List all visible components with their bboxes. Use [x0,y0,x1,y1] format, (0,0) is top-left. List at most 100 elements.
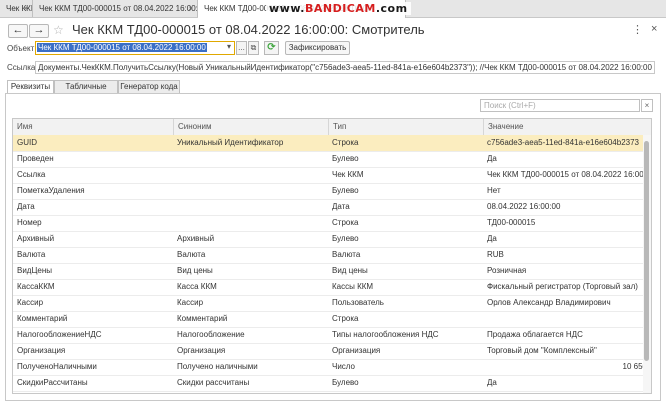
cell-type: Чек ККМ [332,170,364,179]
cell-name: Номер [17,218,42,227]
cell-synonym: Архивный [177,234,215,243]
chevron-down-icon: ▾ [226,42,231,51]
cell-type: Строка [332,218,359,227]
refresh-icon: ⟳ [267,42,276,53]
arrow-left-icon: ← [12,24,24,36]
page-title: Чек ККМ ТД00-000015 от 08.04.2022 16:00:… [72,22,425,37]
cell-value: ТД00-000015 [487,218,536,227]
cell-value [483,311,651,327]
cell-value: Продажа облагается НДС [487,330,583,339]
window-tab-strip: Чек ККМ × Чек ККМ ТД00-000015 от 08.04.2… [0,0,666,18]
arrow-right-icon: → [33,24,45,36]
table-row[interactable]: Проведен Булево Да [13,151,643,168]
cell-value: Да [487,378,497,387]
cell-value: 10 650 [622,362,647,371]
cell-value: c756ade3-aea5-11ed-841a-e16e604b2373 [487,138,639,147]
cell-synonym: Комментарий [177,314,228,323]
object-field[interactable]: Чек ККМ ТД00-000015 от 08.04.2022 16:00:… [35,41,235,55]
table-row[interactable]: Комментарий Комментарий Строка [13,311,643,328]
table-row[interactable]: ВидЦены Вид цены Вид цены Розничная [13,263,643,280]
cell-name: Организация [17,346,66,355]
table-row[interactable]: Кассир Кассир Пользователь Орлов Александр … [13,295,643,312]
cell-synonym: Налогообложение [177,330,245,339]
cell-value: Торговый дом "Комплексный" [487,346,597,355]
cell-name: Кассир [17,298,44,307]
select-button[interactable]: ... [236,41,247,55]
table-row[interactable]: ПолученоНаличными Получено наличными Число… [13,359,647,376]
cell-type: Типы налогообложения НДС [332,330,439,339]
cell-value: Розничная [487,266,527,275]
open-object-button[interactable]: ⧉ [248,41,259,55]
cell-type: Булево [332,186,359,195]
table-row[interactable]: Архивный Архивный Булево Да [13,231,643,248]
cell-name: Валюта [17,250,46,259]
cell-name: ПолученоНаличными [17,362,97,371]
column-header-type[interactable]: Тип [328,119,483,135]
link-label: Ссылка: [7,63,38,72]
tab-table-parts[interactable]: Табличные части [54,80,118,103]
forward-button[interactable]: → [29,24,49,38]
search-input[interactable]: Поиск (Ctrl+F) [480,99,640,112]
back-button[interactable]: ← [8,24,28,38]
cell-type: Булево [332,154,359,163]
cell-value: Да [487,234,497,243]
more-vertical-icon[interactable]: ⋮ [632,23,643,36]
object-label: Объект: [7,44,37,53]
window-tab-label: Чек ККМ ТД00-000015 от 08.04.2022 16:00:… [39,4,198,13]
cell-synonym: Организация [177,346,226,355]
clear-icon[interactable]: × [641,99,653,112]
table-row[interactable]: GUID Уникальный Идентификатор Строка c756ad… [13,135,643,152]
dropdown-button[interactable]: ▾ [223,41,235,55]
cell-name: ПометкаУдаления [17,186,85,195]
cell-type: Число [332,362,356,371]
cell-value: Нет [487,186,501,195]
link-field[interactable]: Документы.ЧекККМ.ПолучитьСсылку(Новый Ун… [35,61,655,74]
cell-name: НалогообложениеНДС [17,330,102,339]
cell-type: Булево [332,234,359,243]
table-row[interactable]: СкидкиРассчитаны Скидки рассчитаны Булево Д… [13,375,643,392]
vertical-scrollbar[interactable] [643,135,651,393]
cell-synonym: Скидки рассчитаны [177,378,250,387]
cell-type: Пользователь [332,298,384,307]
cell-type: Валюта [332,250,361,259]
attributes-table: Имя Синоним Тип Значение GUID Уникальный … [12,118,652,394]
table-row[interactable]: НалогообложениеНДС Налогообложение Типы на… [13,327,643,344]
cell-synonym: Кассир [177,298,204,307]
scrollbar-thumb[interactable] [644,141,649,361]
object-field-value: Чек ККМ ТД00-000015 от 08.04.2022 16:00:… [37,43,207,52]
window-tab-document[interactable]: Чек ККМ ТД00-000015 от 08.04.2022 16:00:… [33,0,198,17]
cell-type: Организация [332,346,381,355]
close-icon[interactable]: × [188,0,193,17]
column-header-value[interactable]: Значение [483,119,651,135]
cell-value: Чек ККМ ТД00-000015 от 08.04.2022 16:00:… [487,170,651,179]
table-row[interactable]: Валюта Валюта Валюта RUB [13,247,643,264]
cell-name: Дата [17,202,35,211]
table-row[interactable]: Ссылка Чек ККМ Чек ККМ ТД00-000015 от 08.0… [13,167,651,184]
cell-synonym [173,183,328,199]
window-tab-label: Чек ККМ [6,4,32,13]
cell-name: Комментарий [17,314,68,323]
close-icon[interactable]: × [23,0,28,17]
tab-code-generator[interactable]: Генератор кода [118,80,180,93]
cell-synonym [173,151,328,167]
cell-type: Строка [332,314,359,323]
table-row[interactable]: ПометкаУдаления Булево Нет [13,183,643,200]
cell-value: 08.04.2022 16:00:00 [487,202,561,211]
table-row[interactable]: Организация Организация Организация Торговы… [13,343,643,360]
tab-requisites[interactable]: Реквизиты [7,80,54,94]
table-row[interactable]: Номер Строка ТД00-000015 [13,215,643,232]
refresh-button[interactable]: ⟳ [264,41,279,55]
copy-icon: ⧉ [250,43,257,52]
column-header-synonym[interactable]: Синоним [173,119,328,135]
cell-value: Орлов Александр Владимирович [487,298,611,307]
column-header-name[interactable]: Имя [13,119,173,135]
close-icon[interactable]: × [651,23,657,35]
cell-synonym [173,167,328,183]
cell-synonym: Валюта [177,250,206,259]
star-icon[interactable]: ☆ [53,23,64,37]
window-tab-check-kkm[interactable]: Чек ККМ × [0,0,33,17]
table-header: Имя Синоним Тип Значение [13,119,651,136]
table-row[interactable]: Дата Дата 08.04.2022 16:00:00 [13,199,643,216]
fix-button[interactable]: Зафиксировать [285,41,350,55]
table-row[interactable]: КассаККМ Касса ККМ Кассы ККМ Фискальный рег… [13,279,643,296]
